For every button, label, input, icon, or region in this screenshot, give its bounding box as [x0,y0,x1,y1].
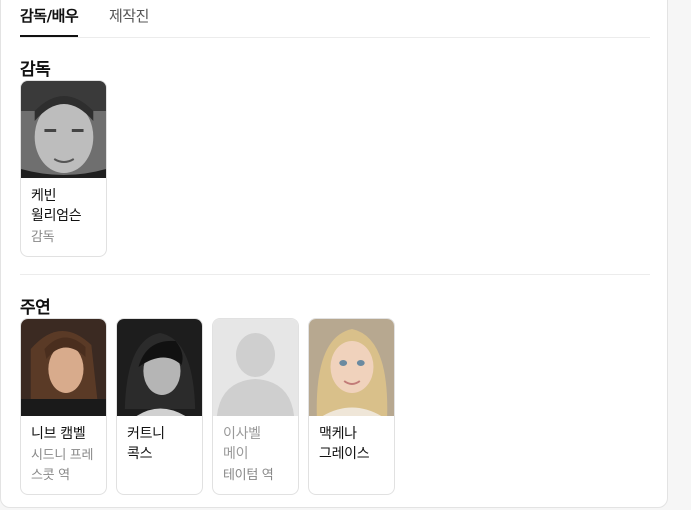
tab-director-actors[interactable]: 감독/배우 [20,5,79,37]
person-card-cast-1[interactable]: 니브 캠벨 시드니 프레스콧 역 [20,318,107,495]
cast-photo-2 [117,319,202,416]
director-photo [21,81,106,178]
person-card-cast-2[interactable]: 커트니 콕스 [116,318,203,495]
section-title-cast: 주연 [20,298,51,318]
person-name: 맥케나 그레이스 [319,426,370,462]
cast-photo-1 [21,319,106,416]
profile-placeholder-icon [213,319,298,416]
person-name: 니브 캠벨 [31,426,86,442]
person-name: 이사벨 메이 [223,426,261,462]
tab-production-staff[interactable]: 제작진 [109,5,149,37]
person-card-cast-3[interactable]: 이사벨 메이 테이텀 역 [212,318,299,495]
cast-crew-panel: 감독/배우 제작진 감독 케빈 윌리엄슨 감독 주연 니브 캠벨 시드니 프레스… [0,0,668,508]
tab-bar: 감독/배우 제작진 [20,0,650,38]
person-role: 시드니 프레스콧 역 [31,448,94,483]
section-title-director: 감독 [20,60,51,80]
person-name: 커트니 콕스 [127,426,165,462]
cast-photo-4 [309,319,394,416]
section-divider [20,274,650,275]
person-role: 테이텀 역 [223,468,274,483]
person-card-cast-4[interactable]: 맥케나 그레이스 [308,318,395,495]
person-role: 감독 [31,230,55,245]
person-card-director[interactable]: 케빈 윌리엄슨 감독 [20,80,107,257]
person-name: 케빈 윌리엄슨 [31,188,82,224]
